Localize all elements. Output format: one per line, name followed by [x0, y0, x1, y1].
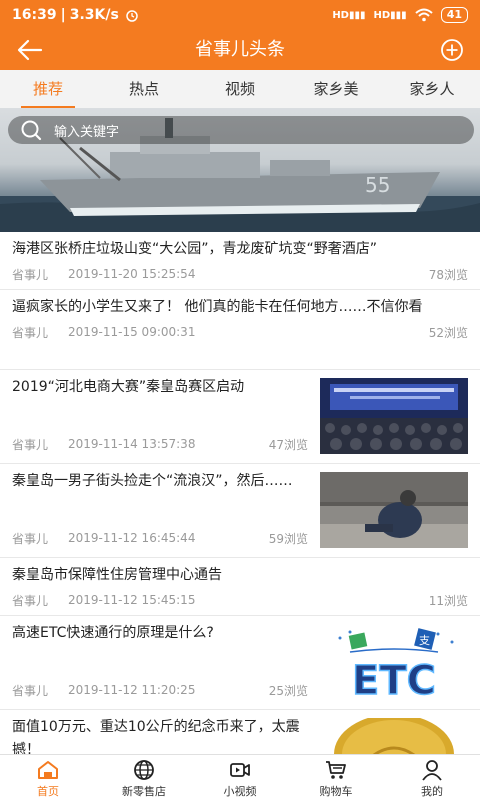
nav-cart[interactable]: 购物车 — [288, 755, 384, 800]
news-source: 省事儿 — [12, 593, 49, 608]
search-placeholder: 输入关键字 — [54, 124, 120, 140]
tab-hot[interactable]: 热点 — [96, 70, 192, 108]
news-views: 52浏览 — [428, 325, 468, 340]
news-date: 2019-11-12 15:45:15 — [68, 593, 196, 607]
add-icon[interactable] — [440, 38, 464, 62]
news-title: 秦皇岛市保障性住房管理中心通告 — [12, 567, 222, 583]
app-header: 省事儿头条 — [0, 30, 480, 70]
news-date: 2019-11-15 09:00:31 — [68, 325, 196, 339]
news-item[interactable]: 2019“河北电商大赛”秦皇岛赛区启动 省事儿 2019-11-14 13:57… — [0, 370, 480, 464]
search-bar[interactable]: 输入关键字 — [8, 116, 474, 144]
user-icon — [422, 760, 442, 781]
news-date: 2019-11-20 15:25:54 — [68, 267, 196, 281]
nav-label: 首页 — [37, 785, 59, 798]
tab-recommend[interactable]: 推荐 — [0, 70, 96, 108]
news-views: 47浏览 — [268, 437, 308, 452]
nav-short-video[interactable]: 小视频 — [192, 755, 288, 800]
status-bar: 16:39 | 3.3K/s HD▮▮▮ HD▮▮▮ 41 — [0, 0, 480, 30]
news-title: 海港区张桥庄垃圾山变“大公园”，青龙废矿坑变“野奢酒店” — [12, 241, 378, 257]
news-date: 2019-11-14 13:57:38 — [68, 437, 196, 451]
nav-label: 购物车 — [319, 785, 353, 798]
news-views: 78浏览 — [428, 267, 468, 282]
conference-thumbnail — [320, 378, 468, 454]
tab-hometown-people[interactable]: 家乡人 — [384, 70, 480, 108]
news-views: 25浏览 — [268, 683, 308, 698]
news-title: 2019“河北电商大赛”秦皇岛赛区启动 — [12, 379, 245, 395]
signal-icon-2: HD▮▮▮ — [373, 9, 407, 21]
news-source: 省事儿 — [12, 531, 49, 546]
homeless-man-thumbnail — [320, 472, 468, 548]
nav-home[interactable]: 首页 — [0, 755, 96, 800]
wifi-icon — [415, 8, 433, 22]
tab-hometown-beauty[interactable]: 家乡美 — [288, 70, 384, 108]
news-source: 省事儿 — [12, 683, 49, 698]
cart-icon — [326, 761, 346, 779]
news-item[interactable]: 面值10万元、重达10公斤的纪念币来了，太震撼！ — [0, 710, 480, 754]
signal-icon: HD▮▮▮ — [332, 9, 366, 21]
search-icon — [21, 120, 42, 141]
news-views: 11浏览 — [428, 593, 468, 608]
network-speed: 3.3K/s — [69, 7, 119, 23]
page-title: 省事儿头条 — [195, 39, 285, 60]
etc-logo-text: ETC — [352, 658, 436, 700]
news-item[interactable]: 高速ETC快速通行的原理是什么? 省事儿 2019-11-12 11:20:25… — [0, 616, 480, 710]
news-views: 59浏览 — [268, 531, 308, 546]
news-title: 秦皇岛一男子街头捡走个“流浪汉”，然后…… — [12, 473, 293, 489]
nav-new-retail[interactable]: 新零售店 — [96, 755, 192, 800]
ship-number: 55 — [365, 173, 390, 197]
nav-label: 新零售店 — [122, 785, 166, 798]
home-icon — [38, 761, 58, 779]
bottom-navigation: 首页 新零售店 小视频 购物车 我的 — [0, 754, 480, 800]
category-tabs: 推荐 热点 视频 家乡美 家乡人 — [0, 70, 480, 108]
nav-label: 小视频 — [223, 785, 257, 798]
news-source: 省事儿 — [12, 325, 49, 340]
tab-video[interactable]: 视频 — [192, 70, 288, 108]
news-title: 逼疯家长的小学生又来了！ 他们真的能卡在任何地方……不信你看 — [12, 299, 423, 315]
news-title: 面值10万元、重达10公斤的纪念币来了，太震撼！ — [12, 719, 300, 754]
news-date: 2019-11-12 16:45:44 — [68, 531, 196, 545]
nav-mine[interactable]: 我的 — [384, 755, 480, 800]
news-item[interactable]: 海港区张桥庄垃圾山变“大公园”，青龙废矿坑变“野奢酒店” 省事儿 2019-11… — [0, 232, 480, 290]
news-item[interactable]: 秦皇岛市保障性住房管理中心通告 省事儿 2019-11-12 15:45:15 … — [0, 558, 480, 616]
etc-sign-text: 支 — [419, 634, 430, 647]
alarm-icon — [126, 10, 138, 22]
news-date: 2019-11-12 11:20:25 — [68, 683, 196, 697]
coin-thumbnail — [320, 718, 468, 754]
news-source: 省事儿 — [12, 437, 49, 452]
banner-image[interactable]: 55 输入关键字 — [0, 108, 480, 232]
news-source: 省事儿 — [12, 267, 49, 282]
news-list: 海港区张桥庄垃圾山变“大公园”，青龙废矿坑变“野奢酒店” 省事儿 2019-11… — [0, 232, 480, 754]
news-item[interactable]: 秦皇岛一男子街头捡走个“流浪汉”，然后…… 省事儿 2019-11-12 16:… — [0, 464, 480, 558]
etc-thumbnail: 支 ETC — [320, 624, 468, 700]
globe-icon — [134, 760, 154, 780]
status-time: 16:39 — [12, 7, 57, 23]
news-title: 高速ETC快速通行的原理是什么? — [12, 625, 214, 641]
news-item[interactable]: 逼疯家长的小学生又来了！ 他们真的能卡在任何地方……不信你看 省事儿 2019-… — [0, 290, 480, 370]
battery-indicator: 41 — [440, 7, 468, 23]
nav-label: 我的 — [421, 785, 443, 798]
video-icon — [230, 763, 250, 777]
